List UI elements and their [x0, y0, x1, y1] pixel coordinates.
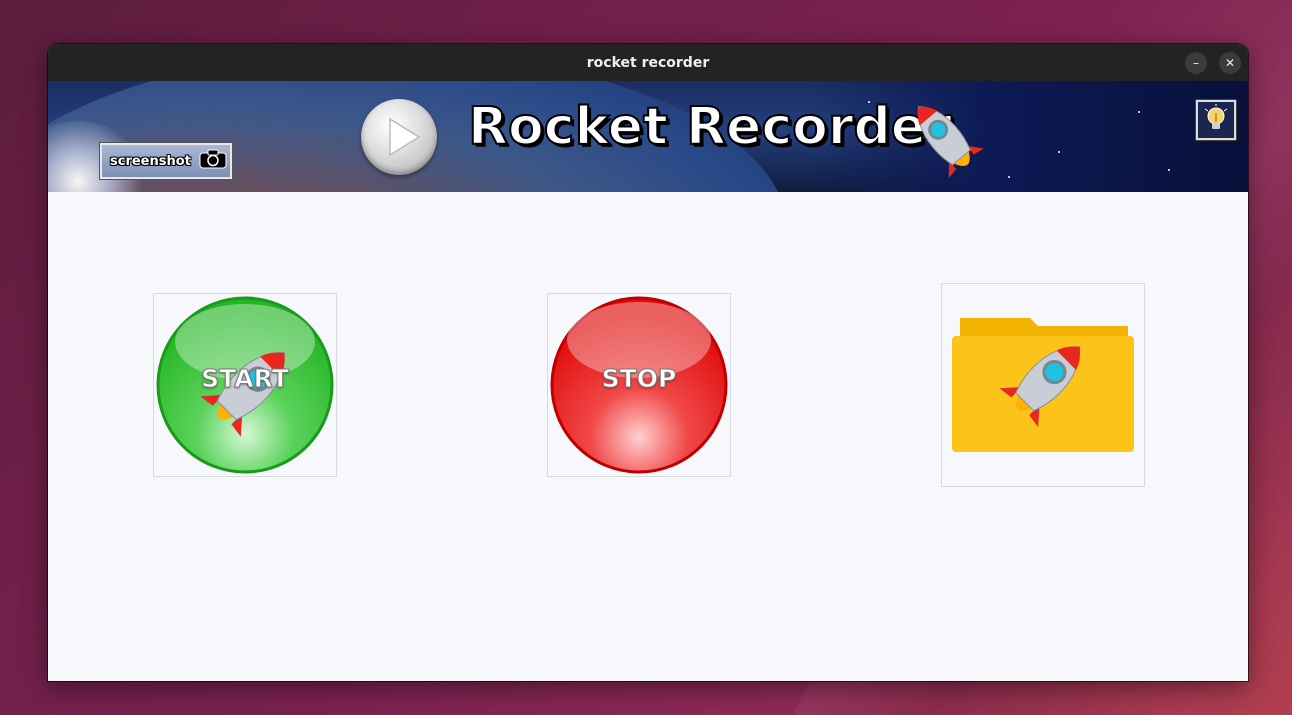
open-folder-button[interactable]: [941, 283, 1145, 487]
rocket-icon: [898, 91, 993, 186]
play-icon: [361, 117, 437, 179]
lightbulb-icon: [1201, 103, 1231, 137]
stop-label: STOP: [601, 364, 677, 394]
play-button[interactable]: [361, 99, 437, 175]
minimize-button[interactable]: –: [1185, 52, 1207, 74]
star: [1058, 151, 1060, 153]
star: [1138, 111, 1140, 113]
title-bar[interactable]: rocket recorder – ✕: [48, 44, 1248, 81]
start-label: START: [201, 364, 290, 394]
camera-icon: [199, 149, 227, 173]
star: [1008, 176, 1010, 178]
close-button[interactable]: ✕: [1219, 52, 1241, 74]
header-banner: screenshot Rocket Recorder: [48, 81, 1248, 192]
window-title: rocket recorder: [586, 54, 710, 71]
screenshot-button[interactable]: screenshot: [99, 142, 233, 180]
stop-button[interactable]: STOP: [547, 293, 731, 477]
start-button[interactable]: START: [153, 293, 337, 477]
folder-rocket-icon: [952, 318, 1134, 452]
star: [1168, 169, 1170, 171]
app-title: Rocket Recorder: [467, 96, 953, 158]
help-button[interactable]: [1195, 99, 1237, 141]
screenshot-label: screenshot: [110, 153, 191, 169]
app-window: rocket recorder – ✕ screenshot Rocket Re…: [47, 43, 1249, 682]
